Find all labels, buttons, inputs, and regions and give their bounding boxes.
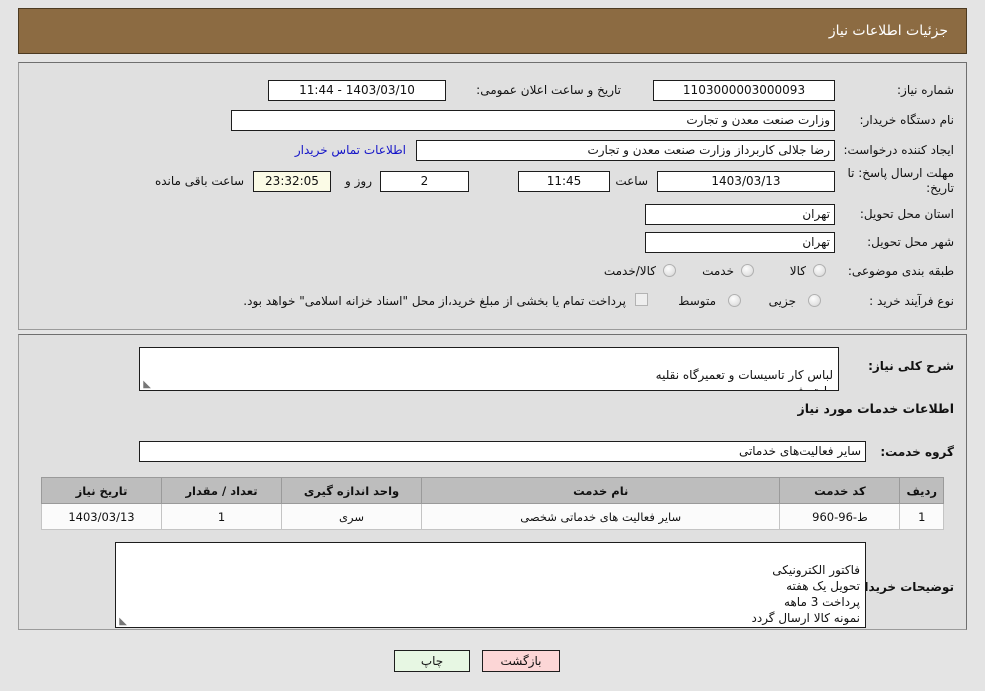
treasury-note-text: پرداخت تمام یا بخشی از مبلغ خرید،از محل … bbox=[243, 294, 626, 308]
back-button[interactable]: بازگشت bbox=[482, 650, 560, 672]
radio-process-motavaset-label: متوسط bbox=[678, 294, 716, 308]
table-row: 1 ط-96-960 سایر فعالیت های خدماتی شخصی س… bbox=[41, 503, 944, 530]
radio-process-jozei-label: جزیی bbox=[768, 294, 796, 308]
radio-category-kala-label: کالا bbox=[789, 264, 806, 278]
service-group-label: گروه خدمت: bbox=[880, 445, 954, 459]
cell-unit: سری bbox=[281, 503, 422, 530]
service-group-value: سایر فعالیت‌های خدماتی bbox=[139, 441, 866, 462]
th-unit: واحد اندازه گیری bbox=[281, 477, 422, 504]
process-label: نوع فرآیند خرید : bbox=[869, 294, 954, 308]
creator-value: رضا جلالی کاربرداز وزارت صنعت معدن و تجا… bbox=[416, 140, 835, 161]
print-button[interactable]: چاپ bbox=[394, 650, 470, 672]
th-radif: ردیف bbox=[899, 477, 944, 504]
buyer-contact-link[interactable]: اطلاعات تماس خریدار bbox=[295, 143, 406, 157]
cell-radif: 1 bbox=[899, 503, 944, 530]
cell-qty: 1 bbox=[161, 503, 282, 530]
page-title: جزئیات اطلاعات نیاز bbox=[828, 23, 948, 39]
radio-category-kala[interactable] bbox=[813, 264, 826, 277]
days-separator-label: روز و bbox=[345, 174, 372, 188]
services-table: ردیف کد خدمت نام خدمت واحد اندازه گیری ت… bbox=[41, 477, 944, 530]
need-number-value: 1103000003000093 bbox=[653, 80, 835, 101]
province-value: تهران bbox=[645, 204, 835, 225]
th-date: تاریخ نیاز bbox=[41, 477, 162, 504]
checkbox-treasury-docs[interactable] bbox=[635, 293, 648, 306]
buyer-org-label: نام دستگاه خریدار: bbox=[859, 113, 955, 127]
th-name: نام خدمت bbox=[420, 477, 781, 504]
radio-category-kala-khadamat-label: کالا/خدمت bbox=[603, 264, 656, 278]
city-value: تهران bbox=[645, 232, 835, 253]
public-announce-label: تاریخ و ساعت اعلان عمومی: bbox=[476, 83, 621, 97]
cell-code: ط-96-960 bbox=[779, 503, 901, 530]
cell-date: 1403/03/13 bbox=[41, 503, 162, 530]
creator-label: ایجاد کننده درخواست: bbox=[843, 143, 954, 157]
summary-text: لباس کار تاسیسات و تعمیرگاه نقلیه طبق شر… bbox=[655, 368, 833, 391]
radio-category-kala-khadamat[interactable] bbox=[663, 264, 676, 277]
cell-name: سایر فعالیت های خدماتی شخصی bbox=[420, 503, 781, 530]
radio-process-jozei[interactable] bbox=[808, 294, 821, 307]
summary-label: شرح کلی نیاز: bbox=[868, 359, 954, 373]
buyer-notes-label: توضیحات خریدار: bbox=[852, 580, 954, 594]
public-announce-value: 1403/03/10 - 11:44 bbox=[268, 80, 446, 101]
category-label: طبقه بندی موضوعی: bbox=[847, 264, 954, 278]
radio-category-khadamat[interactable] bbox=[741, 264, 754, 277]
hours-remaining-value: 23:32:05 bbox=[253, 171, 331, 192]
need-number-label: شماره نیاز: bbox=[897, 83, 954, 97]
deadline-date-value: 1403/03/13 bbox=[657, 171, 835, 192]
deadline-time-value: 11:45 bbox=[518, 171, 610, 192]
services-heading: اطلاعات خدمات مورد نیاز bbox=[797, 401, 955, 416]
buyer-notes-text: فاکتور الکترونیکی تحویل یک هفته پرداخت 3… bbox=[751, 563, 861, 625]
buyer-org-value: وزارت صنعت معدن و تجارت bbox=[231, 110, 835, 131]
radio-category-khadamat-label: خدمت bbox=[702, 264, 734, 278]
buyer-notes-textarea[interactable]: فاکتور الکترونیکی تحویل یک هفته پرداخت 3… bbox=[115, 542, 866, 628]
th-code: کد خدمت bbox=[779, 477, 901, 504]
days-remaining-value: 2 bbox=[380, 171, 469, 192]
city-label: شهر محل تحویل: bbox=[867, 235, 954, 249]
resize-grip-icon-notes[interactable]: ◣ bbox=[118, 617, 127, 627]
radio-process-motavaset[interactable] bbox=[728, 294, 741, 307]
table-header-row: ردیف کد خدمت نام خدمت واحد اندازه گیری ت… bbox=[41, 477, 944, 504]
need-summary-panel: شماره نیاز: 1103000003000093 تاریخ و ساع… bbox=[18, 62, 967, 330]
deadline-label: مهلت ارسال پاسخ: تا تاریخ: bbox=[847, 166, 954, 195]
th-qty: تعداد / مقدار bbox=[161, 477, 282, 504]
deadline-time-label: ساعت bbox=[615, 174, 648, 188]
summary-textarea[interactable]: لباس کار تاسیسات و تعمیرگاه نقلیه طبق شر… bbox=[139, 347, 839, 391]
province-label: استان محل تحویل: bbox=[859, 207, 954, 221]
need-details-panel: شرح کلی نیاز: لباس کار تاسیسات و تعمیرگا… bbox=[18, 334, 967, 630]
resize-grip-icon[interactable]: ◣ bbox=[142, 380, 151, 390]
page-header: جزئیات اطلاعات نیاز bbox=[18, 8, 967, 54]
hours-remaining-label: ساعت باقی مانده bbox=[154, 174, 244, 188]
